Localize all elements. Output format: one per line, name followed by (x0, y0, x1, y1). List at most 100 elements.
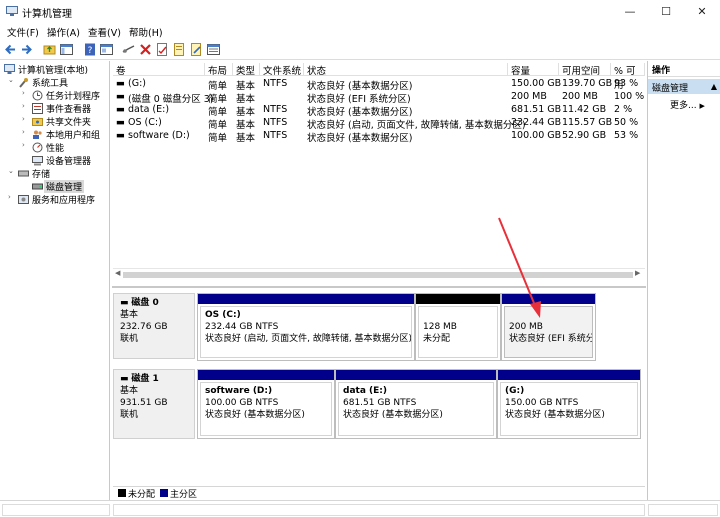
partition-e[interactable]: data (E:) 681.51 GB NTFS 状态良好 (基本数据分区) (335, 369, 497, 439)
window-title: 计算机管理 (22, 9, 72, 20)
show-hide-tree-icon[interactable] (60, 43, 73, 56)
disk-type: 基本 (120, 386, 139, 396)
column-header-status[interactable]: 状态 (304, 63, 508, 77)
volume-icon: ▬ (116, 78, 125, 89)
partition-d[interactable]: software (D:) 100.00 GB NTFS 状态良好 (基本数据分… (197, 369, 335, 439)
tree-item-system-tools[interactable]: ⌄ 系统工具 (0, 76, 110, 89)
column-header-capacity[interactable]: 容量 (508, 63, 559, 77)
partition-bar (198, 370, 334, 380)
column-header-layout[interactable]: 布局 (205, 63, 233, 77)
back-arrow-icon[interactable] (4, 43, 17, 56)
close-button[interactable]: ✕ (684, 0, 720, 24)
event-viewer-icon (32, 103, 43, 114)
menu-action[interactable]: 操作(A) (47, 25, 80, 39)
more-actions-link[interactable]: 更多... ▶ (670, 98, 705, 111)
volume-name: data (E:) (128, 104, 170, 115)
menu-help[interactable]: 帮助(H) (129, 25, 163, 39)
expand-chevron-icon[interactable]: › (22, 102, 30, 110)
tree-item-label: 系统工具 (32, 79, 69, 89)
collapse-triangle-icon[interactable]: ▲ (711, 82, 717, 91)
scrollbar-thumb[interactable] (123, 272, 633, 278)
volume-row[interactable]: ▬ (G:) 简单 基本 NTFS 状态良好 (基本数据分区) 150.00 G… (113, 78, 645, 92)
shared-folder-icon (32, 118, 43, 126)
tree-item-event-viewer[interactable]: › 事件查看器 (0, 102, 110, 115)
status-bar (0, 500, 720, 517)
menu-view[interactable]: 查看(V) (88, 25, 121, 39)
volume-row[interactable]: ▬ (磁盘 0 磁盘分区 3) 简单 基本 状态良好 (EFI 系统分区) 20… (113, 91, 645, 105)
column-header-volume[interactable]: 卷 (113, 63, 205, 77)
console-view-icon[interactable] (207, 43, 220, 56)
expand-chevron-icon[interactable]: › (22, 115, 30, 123)
volume-capacity: 150.00 GB (511, 78, 562, 89)
delete-icon[interactable] (139, 43, 152, 56)
tree-item-label: 性能 (46, 144, 65, 154)
collapse-chevron-icon[interactable]: ⌄ (8, 167, 16, 175)
column-header-filesystem[interactable]: 文件系统 (260, 63, 304, 77)
tree-item-storage[interactable]: ⌄ 存储 (0, 167, 110, 180)
tree-item-device-manager[interactable]: 设备管理器 (0, 154, 110, 167)
minimize-button[interactable]: — (612, 0, 648, 24)
up-folder-icon[interactable] (43, 43, 56, 56)
check-document-icon[interactable] (156, 43, 169, 56)
volume-row[interactable]: ▬ data (E:) 简单 基本 NTFS 状态良好 (基本数据分区) 681… (113, 104, 645, 118)
volume-name: OS (C:) (128, 117, 162, 128)
volume-type: 基本 (236, 94, 256, 105)
disk-0-label[interactable]: ▬ 磁盘 0 基本 232.76 GB 联机 (113, 293, 195, 359)
tree-item-performance[interactable]: › 性能 (0, 141, 110, 154)
column-header-free-space[interactable]: 可用空间 (559, 63, 611, 77)
disk-name: 磁盘 0 (131, 298, 159, 308)
tools-icon (19, 78, 28, 88)
title-bar: 计算机管理 — ☐ ✕ (0, 0, 720, 24)
users-icon (33, 130, 42, 139)
partition-c[interactable]: OS (C:) 232.44 GB NTFS 状态良好 (启动, 页面文件, 故… (197, 293, 415, 361)
svg-text:?: ? (88, 46, 93, 56)
legend-swatch-primary (160, 489, 168, 497)
menu-file[interactable]: 文件(F) (7, 25, 39, 39)
disk-1-label[interactable]: ▬ 磁盘 1 基本 931.51 GB 联机 (113, 369, 195, 439)
tree-item-local-users-groups[interactable]: › 本地用户和组 (0, 128, 110, 141)
volume-row[interactable]: ▬ software (D:) 简单 基本 NTFS 状态良好 (基本数据分区)… (113, 130, 645, 144)
connect-icon[interactable] (122, 43, 135, 56)
tree-item-task-scheduler[interactable]: › 任务计划程序 (0, 89, 110, 102)
forward-arrow-icon[interactable] (20, 43, 33, 56)
help-icon[interactable]: ? (84, 43, 97, 56)
expand-chevron-icon[interactable]: › (8, 193, 16, 201)
performance-icon (32, 142, 43, 153)
partition-size: 681.51 GB NTFS (343, 398, 417, 408)
partition-unallocated[interactable]: 128 MB 未分配 (415, 293, 501, 361)
expand-chevron-icon[interactable]: › (22, 128, 30, 136)
tree-item-disk-management[interactable]: 磁盘管理 (0, 180, 110, 193)
partition-bar (198, 294, 414, 304)
partition-g[interactable]: (G:) 150.00 GB NTFS 状态良好 (基本数据分区) (497, 369, 641, 439)
scroll-left-arrow-icon[interactable]: ◀ (115, 269, 120, 277)
maximize-button[interactable]: ☐ (648, 0, 684, 24)
partition-title: OS (C:) (205, 310, 241, 320)
tree-item-shared-folders[interactable]: › 共享文件夹 (0, 115, 110, 128)
partition-bar (498, 370, 640, 380)
column-header-type[interactable]: 类型 (233, 63, 260, 77)
open-document-icon[interactable] (173, 43, 186, 56)
column-header-percent-free[interactable]: % 可用 (611, 63, 645, 91)
volume-list-horizontal-scrollbar[interactable]: ◀ ▶ (113, 268, 645, 280)
partition-status: 状态良好 (基本数据分区) (205, 410, 305, 420)
scroll-right-arrow-icon[interactable]: ▶ (635, 269, 640, 277)
collapse-chevron-icon[interactable]: ⌄ (8, 76, 16, 84)
tree-item-root[interactable]: 计算机管理(本地) (0, 63, 110, 76)
tree-item-label: 本地用户和组 (46, 131, 101, 141)
partition-size: 100.00 GB NTFS (205, 398, 279, 408)
expand-chevron-icon[interactable]: › (22, 89, 30, 97)
properties-icon[interactable] (100, 43, 113, 56)
partition-size: 232.44 GB NTFS (205, 322, 279, 332)
disk-name: 磁盘 1 (131, 374, 159, 384)
volume-row[interactable]: ▬ OS (C:) 简单 基本 NTFS 状态良好 (启动, 页面文件, 故障转… (113, 117, 645, 131)
tree-item-services-apps[interactable]: › 服务和应用程序 (0, 193, 110, 206)
action-section-disk-management[interactable]: 磁盘管理 ▲ (648, 79, 720, 94)
volume-percent-free: 93 % (614, 78, 639, 89)
edit-document-icon[interactable] (190, 43, 203, 56)
volume-layout: 简单 (208, 94, 228, 105)
partition-title: software (D:) (205, 386, 273, 396)
volume-status: 状态良好 (基本数据分区) (307, 81, 413, 92)
expand-chevron-icon[interactable]: › (22, 141, 30, 149)
partition-efi[interactable]: 200 MB 状态良好 (EFI 系统分区) (501, 293, 596, 361)
volume-icon: ▬ (116, 117, 125, 128)
